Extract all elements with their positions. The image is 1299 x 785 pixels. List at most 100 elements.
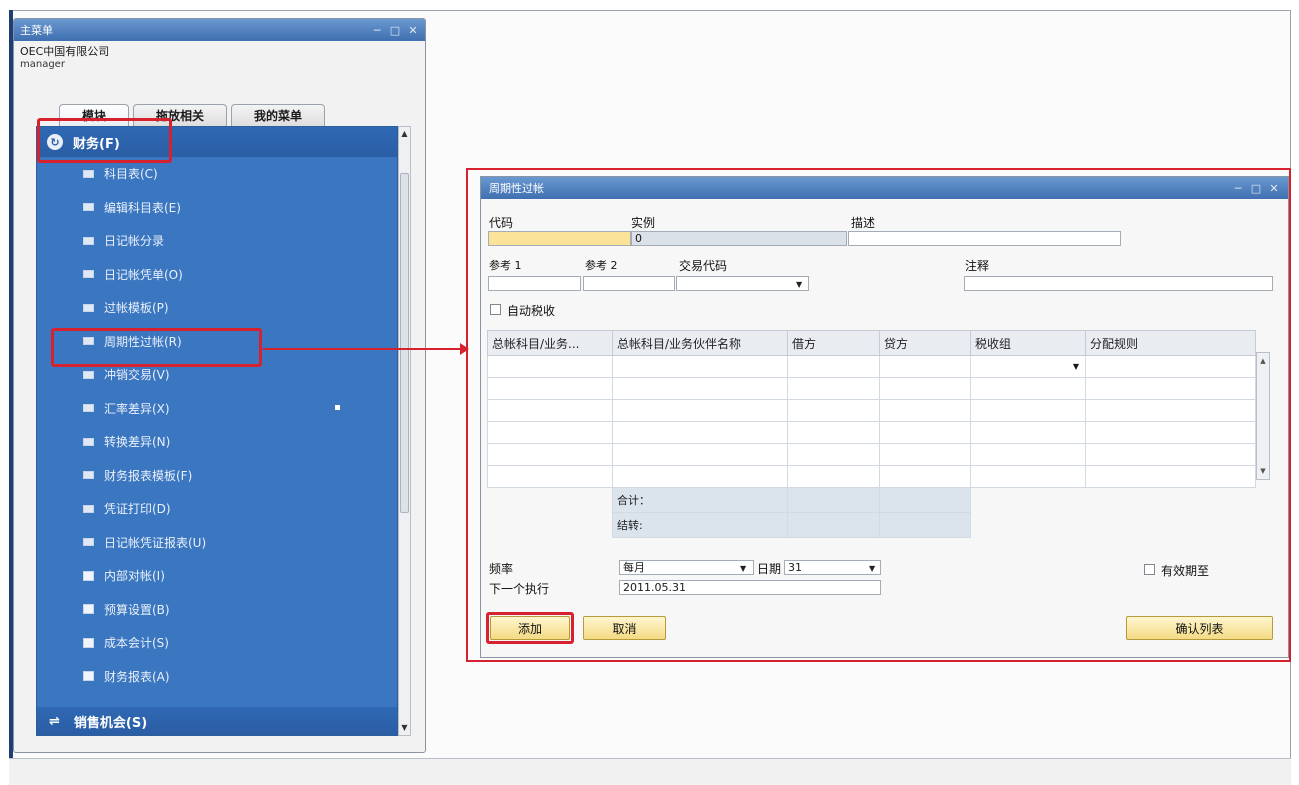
ref2-field[interactable] [583, 276, 675, 291]
grid-cell[interactable] [612, 421, 788, 444]
dropdown-arrow-icon[interactable]: ▼ [740, 564, 746, 573]
grid-cell[interactable] [970, 377, 1086, 400]
form-icon [83, 203, 94, 212]
main-menu-titlebar: 主菜单 ─ □ ✕ [14, 19, 425, 41]
grid-cell[interactable] [612, 399, 788, 422]
tab-my-menu[interactable]: 我的菜单 [231, 104, 326, 126]
menu-item-voucher-print[interactable]: 凭证打印(D) [37, 492, 397, 526]
ref1-field[interactable] [488, 276, 581, 291]
menu-item-edit-chart[interactable]: 编辑科目表(E) [37, 191, 397, 225]
menu-item-posting-template[interactable]: 过帐模板(P) [37, 291, 397, 325]
module-list-scrollbar[interactable]: ▲ ▼ [398, 126, 411, 736]
valid-until-checkbox[interactable] [1144, 564, 1155, 575]
col-header-distribution-rule[interactable]: 分配规则 [1085, 330, 1256, 356]
blank-cell [487, 512, 613, 538]
table-row [487, 443, 1256, 466]
code-field[interactable] [488, 231, 631, 246]
minimize-icon[interactable]: ─ [371, 24, 383, 37]
menu-item-financial-reports[interactable]: 财务报表(A) [37, 660, 397, 694]
dropdown-arrow-icon[interactable]: ▼ [796, 280, 802, 289]
menu-item-internal-reconciliation[interactable]: 内部对帐(I) [37, 559, 397, 593]
grid-cell[interactable] [487, 443, 613, 466]
grid-cell[interactable] [1085, 399, 1256, 422]
col-header-credit[interactable]: 贷方 [879, 330, 971, 356]
trans-code-select[interactable] [676, 276, 809, 291]
grid-cell[interactable] [487, 465, 613, 488]
next-exec-field[interactable]: 2011.05.31 [619, 580, 881, 595]
grid-cell[interactable] [879, 399, 971, 422]
menu-item-label: 日记帐凭单(O) [104, 267, 183, 282]
grid-cell[interactable] [1085, 465, 1256, 488]
scroll-thumb[interactable] [400, 173, 409, 513]
grid-cell[interactable] [787, 377, 880, 400]
grid-cell[interactable] [970, 465, 1086, 488]
grid-cell[interactable] [612, 443, 788, 466]
maximize-icon[interactable]: □ [1250, 182, 1262, 195]
grid-cell[interactable] [787, 465, 880, 488]
col-header-debit[interactable]: 借方 [787, 330, 880, 356]
blank-cell [970, 512, 1086, 538]
grid-cell[interactable] [487, 421, 613, 444]
scroll-up-icon[interactable]: ▲ [399, 127, 410, 141]
frequency-label: 频率 [489, 562, 514, 576]
grid-cell[interactable] [970, 421, 1086, 444]
grid-cell[interactable] [1085, 355, 1256, 378]
menu-item-conversion-diff[interactable]: 转换差异(N) [37, 425, 397, 459]
col-header-account[interactable]: 总帐科目/业务... [487, 330, 613, 356]
grid-cell[interactable] [1085, 377, 1256, 400]
date-select[interactable]: 31 [784, 560, 881, 575]
grid-cell[interactable] [879, 443, 971, 466]
confirm-list-button[interactable]: 确认列表 [1126, 616, 1273, 640]
grid-cell[interactable] [612, 355, 788, 378]
frequency-select[interactable]: 每月 [619, 560, 754, 575]
grid-cell[interactable] [970, 399, 1086, 422]
grid-cell[interactable] [879, 465, 971, 488]
scroll-down-icon[interactable]: ▼ [1257, 467, 1269, 475]
grid-cell[interactable] [487, 399, 613, 422]
auto-tax-checkbox[interactable] [490, 304, 501, 315]
menu-item-label: 财务报表(A) [104, 669, 170, 684]
grid-cell[interactable] [970, 443, 1086, 466]
remarks-field[interactable] [964, 276, 1273, 291]
grid-cell[interactable] [787, 399, 880, 422]
grid-cell[interactable] [1085, 421, 1256, 444]
maximize-icon[interactable]: □ [389, 24, 401, 37]
grid-cell[interactable] [787, 421, 880, 444]
grid-cell[interactable] [612, 377, 788, 400]
grid-cell[interactable] [612, 465, 788, 488]
table-row [487, 465, 1256, 488]
menu-item-report-template[interactable]: 财务报表模板(F) [37, 459, 397, 493]
scroll-down-icon[interactable]: ▼ [399, 721, 410, 735]
section-opportunities[interactable]: ⇌ 销售机会(S) [37, 707, 397, 735]
close-icon[interactable]: ✕ [407, 24, 419, 37]
grid-cell[interactable] [787, 355, 880, 378]
ref2-label: 参考 2 [585, 259, 618, 272]
close-icon[interactable]: ✕ [1268, 182, 1280, 195]
cancel-button[interactable]: 取消 [583, 616, 666, 640]
carry-label: 结转: [612, 512, 788, 538]
grid-cell[interactable] [787, 443, 880, 466]
grid-cell[interactable] [879, 355, 971, 378]
grid-cell[interactable] [879, 421, 971, 444]
menu-item-budget-setup[interactable]: 预算设置(B) [37, 593, 397, 627]
col-header-tax-group[interactable]: 税收组 [970, 330, 1086, 356]
col-header-account-name[interactable]: 总帐科目/业务伙伴名称 [612, 330, 788, 356]
opportunities-icon: ⇌ [49, 713, 60, 729]
grid-cell[interactable] [879, 377, 971, 400]
minimize-icon[interactable]: ─ [1232, 182, 1244, 195]
menu-item-exchange-rate-diff[interactable]: 汇率差异(X) [37, 392, 397, 426]
menu-item-cost-accounting[interactable]: 成本会计(S) [37, 626, 397, 660]
menu-item-journal-voucher[interactable]: 日记帐凭单(O) [37, 258, 397, 292]
grid-cell[interactable] [1085, 443, 1256, 466]
instance-field: 0 [631, 231, 847, 246]
scroll-up-icon[interactable]: ▲ [1257, 357, 1269, 365]
grid-cell[interactable] [487, 355, 613, 378]
grid-cell[interactable] [487, 377, 613, 400]
dropdown-arrow-icon[interactable]: ▼ [869, 564, 875, 573]
grid-scrollbar[interactable]: ▲ ▼ [1256, 352, 1270, 480]
description-field[interactable] [848, 231, 1121, 246]
tax-group-cell[interactable]: ▼ [970, 355, 1086, 378]
menu-item-journal-entry[interactable]: 日记帐分录 [37, 224, 397, 258]
menu-item-journal-voucher-report[interactable]: 日记帐凭证报表(U) [37, 526, 397, 560]
highlight-finance [37, 118, 172, 163]
